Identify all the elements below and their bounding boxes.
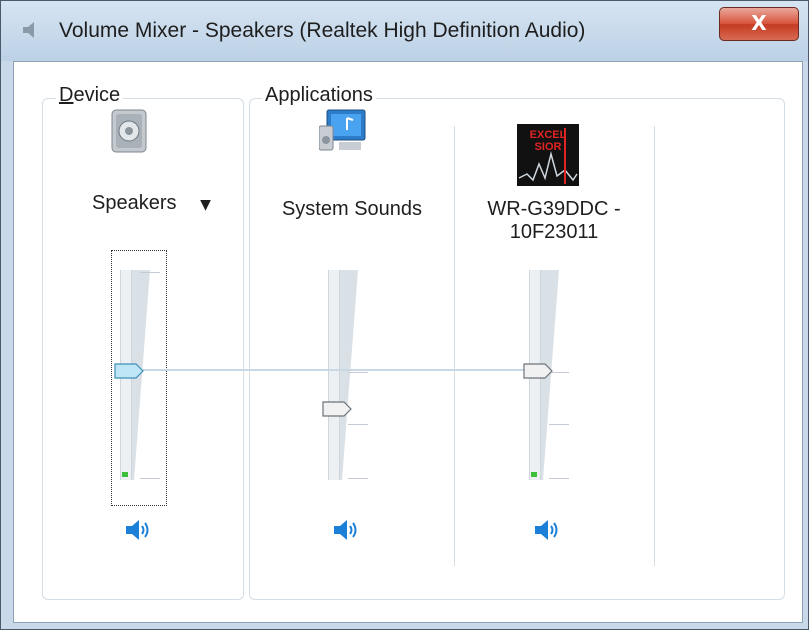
applications-group-label: Applications [262, 84, 376, 107]
device-volume-tick [140, 478, 160, 479]
device-name-dropdown[interactable]: Speakers ▼ [74, 192, 224, 215]
title-bar[interactable]: Volume Mixer - Speakers (Realtek High De… [1, 1, 808, 61]
app-column-divider [454, 126, 455, 566]
system-sounds-volume-tick [348, 478, 368, 479]
wr-g39ddc-name-line2: 10F23011 [509, 221, 599, 243]
system-sounds-icon[interactable] [319, 106, 371, 154]
system-sounds-volume-track[interactable] [328, 270, 340, 480]
device-volume-thumb[interactable] [114, 363, 144, 379]
svg-text:SIOR: SIOR [535, 141, 562, 153]
device-volume-tick [140, 272, 160, 273]
volume-mixer-window: Volume Mixer - Speakers (Realtek High De… [0, 0, 809, 630]
close-icon: X [751, 11, 767, 35]
wr-g39ddc-name: WR-G39DDC - 10F23011 [464, 198, 644, 244]
system-sounds-volume-tick [348, 424, 368, 425]
excelsior-app-icon[interactable]: EXCEL SIOR [517, 124, 579, 186]
device-mute-speaker-icon[interactable] [124, 518, 152, 542]
window-title: Volume Mixer - Speakers (Realtek High De… [59, 19, 586, 42]
volume-link-line [139, 369, 539, 371]
mixer-client-area: Device Applications Speakers ▼ System So… [13, 61, 803, 623]
wr-g39ddc-volume-thumb[interactable] [523, 363, 553, 379]
wr-g39ddc-meter-indicator [531, 472, 537, 477]
device-name: Speakers [92, 192, 177, 214]
chevron-down-icon[interactable]: ▼ [200, 197, 211, 213]
speaker-title-icon [23, 22, 34, 38]
svg-text:EXCEL: EXCEL [530, 129, 567, 141]
wr-g39ddc-volume-tick [549, 424, 569, 425]
device-meter-indicator [122, 472, 128, 477]
app-column-divider [654, 126, 655, 566]
system-sounds-name: System Sounds [281, 198, 423, 220]
wr-g39ddc-mute-speaker-icon[interactable] [533, 518, 561, 542]
system-sounds-volume-thumb[interactable] [322, 400, 352, 417]
device-group-label: Device [56, 84, 124, 107]
system-sounds-peak-meter [340, 270, 358, 480]
wr-g39ddc-name-line1: WR-G39DDC - [487, 198, 621, 220]
close-button[interactable]: X [719, 7, 799, 41]
wr-g39ddc-volume-tick [549, 478, 569, 479]
device-label-rest: evice [73, 84, 121, 106]
speaker-device-icon[interactable] [108, 108, 150, 154]
system-sounds-mute-speaker-icon[interactable] [332, 518, 360, 542]
device-label-accesskey: D [59, 84, 74, 106]
system-sounds-volume-tick [348, 372, 368, 373]
